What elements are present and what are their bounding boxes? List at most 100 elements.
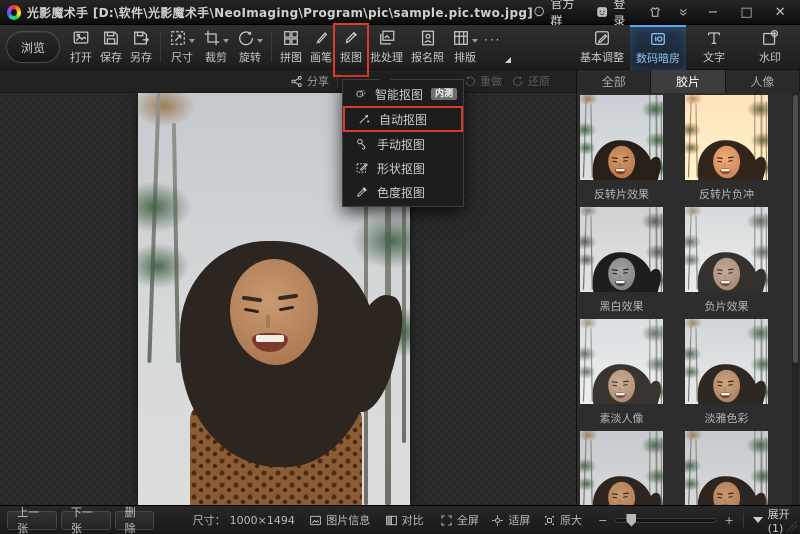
filter-cell: 负片效果 <box>685 207 768 319</box>
image-info-button[interactable]: 图片信息 <box>309 512 370 528</box>
zoom-slider[interactable] <box>615 518 716 523</box>
filter-thumbnail-negative[interactable] <box>685 207 768 292</box>
dropdown-caret-icon <box>223 39 229 43</box>
darkroom-icon <box>649 30 667 48</box>
menu-item-shape-cutout[interactable]: 形状抠图 <box>343 156 463 180</box>
filter-thumbnail-bw[interactable] <box>580 207 663 292</box>
fullscreen-icon <box>440 514 453 527</box>
zoom-in-button[interactable]: + <box>724 514 733 527</box>
minimize-button[interactable]: − <box>703 5 723 20</box>
id-photo-icon <box>419 29 437 47</box>
filter-cell <box>685 431 768 505</box>
chroma-cutout-icon <box>355 185 369 199</box>
restore-button[interactable]: 还原 <box>512 73 550 89</box>
mode-toolbar: 基本调整 数码暗房 文字 水 <box>574 25 800 70</box>
menu-item-auto-cutout[interactable]: 自动抠图 <box>343 106 463 132</box>
cutout-button[interactable]: 抠图 <box>336 26 366 68</box>
browse-button[interactable]: 浏览 <box>6 31 60 63</box>
resize-grip[interactable] <box>787 521 797 531</box>
toolbar-separator <box>271 32 272 62</box>
titlebar: 光影魔术手 [D:\软件\光影魔术手\NeoImaging\Program\pi… <box>0 0 800 25</box>
photo-scene <box>580 431 663 505</box>
share-button[interactable]: 分享 <box>290 73 329 89</box>
filter-cell: 反转片效果 <box>580 95 663 207</box>
open-icon <box>72 29 90 47</box>
window-title: 光影魔术手 [D:\软件\光影魔术手\NeoImaging\Program\pi… <box>27 4 533 21</box>
filter-thumbnail-plain-portrait[interactable] <box>580 319 663 404</box>
photo-scene <box>580 319 663 404</box>
maximize-button[interactable]: □ <box>737 5 757 20</box>
filter-thumbnail-cross-process[interactable] <box>685 95 768 180</box>
batch-button[interactable]: 批处理 <box>366 26 407 68</box>
photoworks-window: 光影魔术手 [D:\软件\光影魔术手\NeoImaging\Program\pi… <box>0 0 800 534</box>
expand-corner-icon[interactable] <box>505 57 511 63</box>
text-tab[interactable]: 文字 <box>686 25 742 70</box>
filter-label: 素淡人像 <box>600 404 644 431</box>
filter-grid: 反转片效果 反转片负冲 黑白 <box>580 95 768 505</box>
tab-portrait[interactable]: 人像 <box>726 70 800 93</box>
more-tools-button[interactable]: ··· <box>482 33 505 61</box>
dropdown-caret-icon <box>472 39 478 43</box>
tab-film[interactable]: 胶片 <box>651 70 725 93</box>
caret-down-icon <box>753 517 763 523</box>
crop-button[interactable]: 裁剪 <box>199 26 233 68</box>
collage-button[interactable]: 拼图 <box>276 26 306 68</box>
filter-label: 反转片负冲 <box>699 180 754 207</box>
tab-all[interactable]: 全部 <box>577 70 651 93</box>
image-size-value: 1000×1494 <box>230 514 295 527</box>
resize-button[interactable]: 尺寸 <box>165 26 199 68</box>
digital-darkroom-tab[interactable]: 数码暗房 <box>630 25 686 70</box>
filter-thumbnail-soft-color[interactable] <box>685 319 768 404</box>
statusbar-separator <box>743 513 744 527</box>
fullscreen-button[interactable]: 全屏 <box>440 512 479 528</box>
layout-button[interactable]: 排版 <box>448 26 482 68</box>
scrollbar-thumb[interactable] <box>793 95 798 363</box>
fit-screen-button[interactable]: 适屏 <box>491 512 530 528</box>
login-avatar-icon <box>596 5 608 19</box>
auto-cutout-icon <box>357 112 371 126</box>
watermark-tab[interactable]: 水印 <box>742 25 798 70</box>
save-as-button[interactable]: 另存 <box>126 26 156 68</box>
redo-button[interactable]: 重做 <box>464 73 502 89</box>
filter-thumbnail[interactable] <box>685 431 768 505</box>
filter-thumbnail-reversal[interactable] <box>580 95 663 180</box>
restore-icon <box>512 75 524 87</box>
close-button[interactable]: ✕ <box>770 5 790 20</box>
app-logo-icon <box>7 5 21 20</box>
next-image-button[interactable]: 下一张 <box>61 511 111 530</box>
compare-button[interactable]: 对比 <box>385 512 424 528</box>
panel-scrollbar[interactable] <box>792 93 799 505</box>
filter-category-tabs: 全部 胶片 人像 <box>576 70 800 93</box>
menu-item-smart-cutout[interactable]: 智能抠图 内测 <box>343 82 463 106</box>
save-button[interactable]: 保存 <box>96 26 126 68</box>
manual-cutout-icon <box>355 137 369 151</box>
filter-panel: 反转片效果 反转片负冲 黑白 <box>576 93 800 505</box>
brush-button[interactable]: 画笔 <box>306 26 336 68</box>
id-photo-button[interactable]: 报名照 <box>407 26 448 68</box>
rotate-icon <box>237 29 255 47</box>
menu-item-manual-cutout[interactable]: 手动抠图 <box>343 132 463 156</box>
cutout-dropdown-menu: 智能抠图 内测 自动抠图 手动抠图 形状抠图 <box>342 79 464 207</box>
compare-icon <box>385 514 398 527</box>
original-size-button[interactable]: 原大 <box>543 512 582 528</box>
menu-item-chroma-cutout[interactable]: 色度抠图 <box>343 180 463 204</box>
photo-scene <box>685 95 768 180</box>
filter-label: 反转片效果 <box>594 180 649 207</box>
filter-thumbnail[interactable] <box>580 431 663 505</box>
zoom-slider-handle[interactable] <box>626 514 636 527</box>
photo-scene <box>580 95 663 180</box>
delete-image-button[interactable]: 删除 <box>115 511 155 530</box>
photo-scene <box>685 431 768 505</box>
chevron-double-down-icon[interactable] <box>677 5 689 19</box>
batch-icon <box>378 29 396 47</box>
basic-adjust-tab[interactable]: 基本调整 <box>574 25 630 70</box>
prev-image-button[interactable]: 上一张 <box>7 511 57 530</box>
photo-scene <box>685 207 768 292</box>
layout-icon <box>452 29 470 47</box>
open-button[interactable]: 打开 <box>66 26 96 68</box>
dropdown-caret-icon <box>257 39 263 43</box>
theme-skin-icon[interactable] <box>648 5 662 19</box>
zoom-out-button[interactable]: − <box>598 514 607 527</box>
rotate-button[interactable]: 旋转 <box>233 26 267 68</box>
filter-label: 负片效果 <box>705 292 749 319</box>
